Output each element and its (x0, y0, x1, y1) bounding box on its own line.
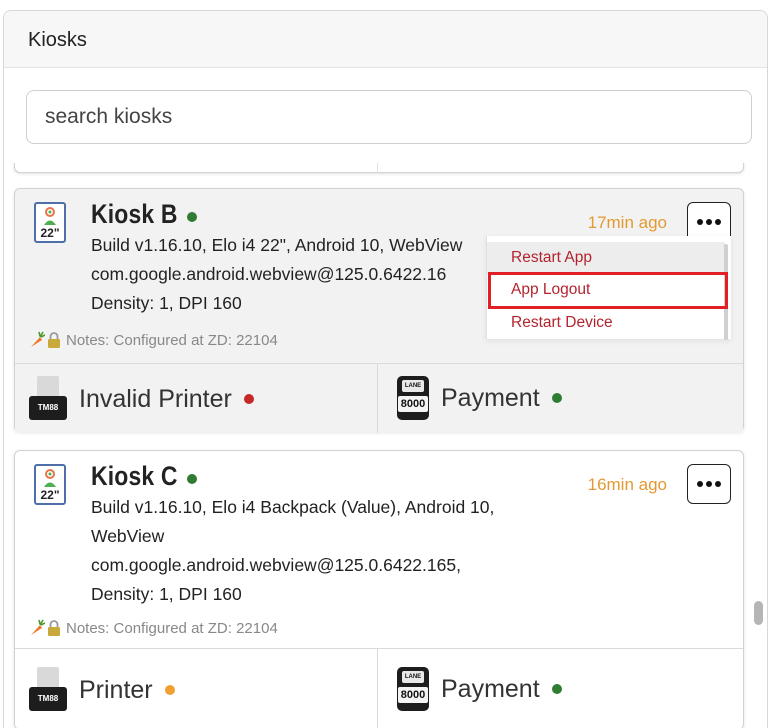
kiosk-card-body: 22" Kiosk C Build v1.16.10, Elo i4 Backp… (15, 451, 743, 648)
menu-item-restart-device[interactable]: Restart Device (487, 307, 725, 339)
more-options-button[interactable] (687, 464, 731, 504)
kiosk-details: Build v1.16.10, Elo i4 22", Android 10, … (91, 235, 463, 313)
scrollbar-thumb[interactable] (754, 601, 763, 625)
kiosk-notes: Notes: Configured at ZD: 22104 (29, 619, 278, 637)
online-status-dot (187, 212, 197, 222)
carrot-icon (31, 619, 45, 635)
footer-divider (377, 364, 378, 433)
ellipsis-icon-dot (706, 481, 712, 487)
device-size: 22" (40, 488, 60, 502)
footer-divider (377, 163, 378, 173)
payment-label: Payment (441, 383, 540, 412)
printer-icon: TM88 (29, 376, 69, 422)
last-seen-time: 17min ago (587, 213, 667, 232)
printer-icon: TM88 (29, 667, 69, 713)
kiosk-card-footer: TM88 Invalid Printer LANE 8000 Payment (15, 363, 743, 433)
kiosk-name: Kiosk C (91, 461, 178, 491)
last-seen-time: 16min ago (587, 475, 667, 494)
kiosk-details: Build v1.16.10, Elo i4 Backpack (Value),… (91, 497, 495, 604)
printer-paper (37, 667, 59, 689)
printer-label: Printer (79, 675, 153, 704)
printer-model: TM88 (29, 396, 67, 420)
payment-status-dot (551, 684, 562, 694)
kiosk-name: Kiosk B (91, 199, 178, 229)
kiosk-notes: Notes: Configured at ZD: 22104 (29, 331, 278, 349)
printer-status-dot (243, 394, 254, 404)
terminal-model: 8000 (398, 687, 428, 703)
printer-label: Invalid Printer (79, 384, 232, 413)
card-terminal-icon: LANE 8000 (397, 376, 429, 420)
kiosks-panel: Kiosks 22" Kiosk B Build v1.16.10, (3, 10, 768, 728)
kiosk-card-previous (14, 163, 744, 173)
kiosk-card-footer: TM88 Printer LANE 8000 Payment (15, 648, 743, 728)
tablet-icon: 22" (34, 202, 66, 243)
card-terminal-icon: LANE 8000 (397, 667, 429, 711)
ellipsis-icon-dot (715, 219, 721, 225)
search-container (26, 90, 752, 144)
tablet-icon: 22" (34, 464, 66, 505)
online-status-dot (187, 474, 197, 484)
terminal-brand: LANE (402, 380, 424, 392)
terminal-brand: LANE (402, 671, 424, 683)
printer-model: TM88 (29, 687, 67, 711)
kiosk-card[interactable]: 22" Kiosk C Build v1.16.10, Elo i4 Backp… (14, 450, 744, 728)
notes-text: Notes: Configured at ZD: 22104 (66, 331, 278, 349)
device-size: 22" (40, 226, 60, 240)
payment-status-dot (551, 393, 562, 403)
ellipsis-icon-dot (715, 481, 721, 487)
panel-title: Kiosks (4, 11, 767, 68)
lock-icon (48, 620, 60, 636)
ellipsis-icon (697, 219, 703, 225)
lock-icon (48, 332, 60, 348)
footer-divider (377, 649, 378, 728)
payment-status[interactable]: LANE 8000 Payment (397, 376, 562, 420)
printer-status[interactable]: TM88 Printer (29, 667, 175, 713)
carrot-icon (31, 331, 45, 347)
payment-status[interactable]: LANE 8000 Payment (397, 667, 562, 711)
printer-paper (37, 376, 59, 398)
menu-item-restart-app[interactable]: Restart App (487, 242, 725, 274)
payment-label: Payment (441, 674, 540, 703)
printer-status-dot (164, 685, 175, 695)
ellipsis-icon-dot (706, 219, 712, 225)
ellipsis-icon (697, 481, 703, 487)
printer-status[interactable]: TM88 Invalid Printer (29, 376, 254, 422)
scrollbar-track[interactable] (755, 163, 765, 728)
terminal-model: 8000 (398, 396, 428, 412)
notes-text: Notes: Configured at ZD: 22104 (66, 619, 278, 637)
highlight-box (488, 272, 728, 309)
search-input[interactable] (26, 90, 752, 144)
